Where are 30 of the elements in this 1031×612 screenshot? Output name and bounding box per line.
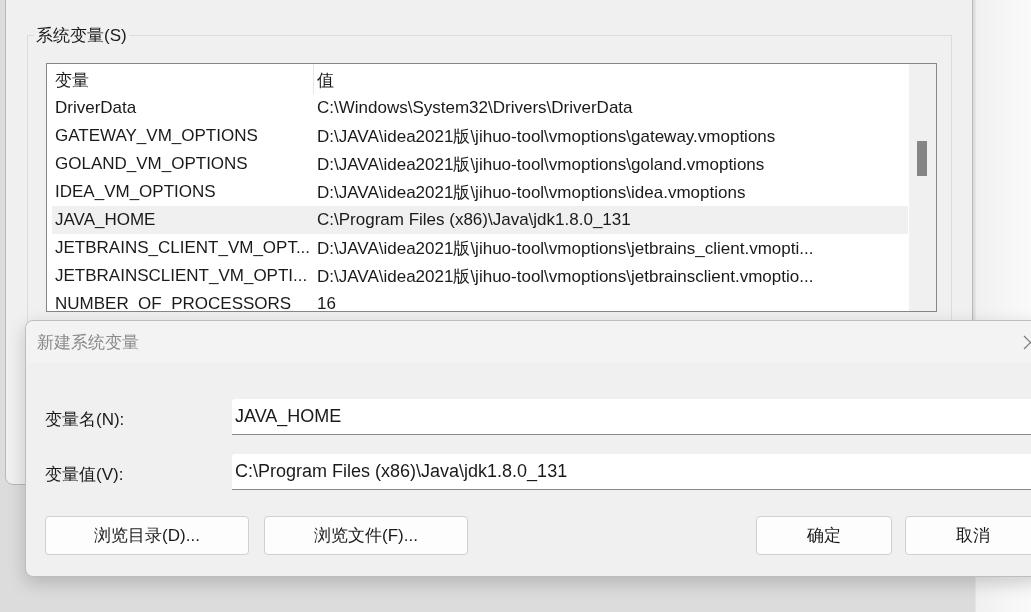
column-header[interactable]: 值 [314, 64, 908, 94]
input-field[interactable]: C:\Program Files (x86)\Java\jdk1.8.0_131 [232, 454, 1031, 490]
field-label: 变量值(V): [45, 464, 125, 486]
variable-value: D:\JAVA\idea2021版\jihuo-tool\vmoptions\jetbrainsclient.vmoptio... [316, 265, 815, 288]
variable-name: JETBRAINSCLIENT_VM_OPTI... [54, 266, 309, 286]
variable-name: JAVA_HOME [54, 210, 157, 230]
input-field[interactable]: JAVA_HOME [232, 399, 1031, 435]
scrollbar[interactable] [908, 64, 936, 311]
dialog-title: 新建系统变量 [37, 331, 139, 354]
browse-button[interactable]: 浏览文件(F)... [264, 516, 468, 555]
variable-value: D:\JAVA\idea2021版\jihuo-tool\vmoptions\gateway.vmoptions [316, 125, 777, 148]
variable-name: NUMBER_OF_PROCESSORS [54, 294, 293, 311]
group-title: 系统变量(S) [34, 24, 129, 47]
variable-value: C:\Windows\System32\Drivers\DriverData [316, 98, 634, 118]
dialog-button[interactable]: 确定 [756, 516, 892, 555]
browse-button[interactable]: 浏览目录(D)... [45, 516, 249, 555]
variable-value: C:\Program Files (x86)\Java\jdk1.8.0_131 [316, 210, 632, 230]
variable-name: JETBRAINS_CLIENT_VM_OPT... [54, 238, 312, 258]
variable-row[interactable]: JAVA_HOME C:\Program Files (x86)\Java\jdk1.8.0_131 [52, 206, 908, 234]
variable-name: GATEWAY_VM_OPTIONS [54, 126, 259, 146]
variable-name: IDEA_VM_OPTIONS [54, 182, 217, 202]
field-label: 变量名(N): [45, 409, 126, 431]
variable-value: 16 [316, 294, 337, 311]
variable-value: D:\JAVA\idea2021版\jihuo-tool\vmoptions\goland.vmoptions [316, 153, 766, 176]
variable-name: DriverData [54, 98, 138, 118]
dialog-button[interactable]: 取消 [905, 516, 1031, 555]
variable-value: D:\JAVA\idea2021版\jihuo-tool\vmoptions\idea.vmoptions [316, 181, 747, 204]
scrollbar-thumb[interactable] [917, 141, 927, 176]
variable-name: GOLAND_VM_OPTIONS [54, 154, 249, 174]
variable-value: D:\JAVA\idea2021版\jihuo-tool\vmoptions\jetbrains_client.vmopti... [316, 237, 815, 260]
